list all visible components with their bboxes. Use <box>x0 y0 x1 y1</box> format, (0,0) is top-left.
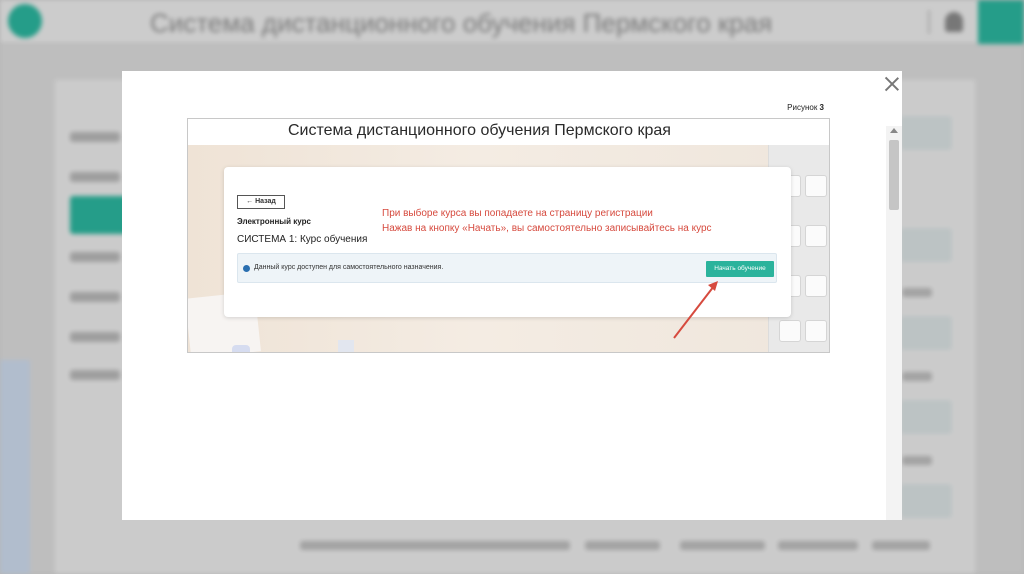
info-icon <box>243 265 250 272</box>
course-type: Электронный курс <box>237 217 311 226</box>
course-card: ← Назад Электронный курс СИСТЕМА 1: Курс… <box>224 167 791 317</box>
figure-caption: Рисунок 3 <box>760 103 824 112</box>
course-info-box: Данный курс доступен для самостоятельног… <box>237 253 777 283</box>
desk-pen <box>232 345 250 352</box>
scroll-up-icon[interactable] <box>890 128 898 133</box>
figure-caption-number: 3 <box>819 103 824 112</box>
course-info-text: Данный курс доступен для самостоятельног… <box>254 264 444 271</box>
annotation-line-1: При выборе курса вы попадаете на страниц… <box>382 208 653 219</box>
keyboard-key <box>779 320 801 342</box>
close-icon[interactable] <box>884 76 900 92</box>
start-course-button[interactable]: Начать обучение <box>706 261 774 277</box>
figure-screenshot: Система дистанционного обучения Пермског… <box>187 118 830 353</box>
keyboard-key <box>805 320 827 342</box>
scrollbar-thumb[interactable] <box>889 140 899 210</box>
desk-notebook <box>338 340 354 352</box>
keyboard-key <box>805 225 827 247</box>
keyboard-key <box>805 275 827 297</box>
screenshot-title: Система дистанционного обучения Пермског… <box>288 122 671 139</box>
course-name: СИСТЕМА 1: Курс обучения <box>237 234 368 245</box>
figure-caption-label: Рисунок <box>787 103 818 112</box>
keyboard-key <box>805 175 827 197</box>
back-button[interactable]: ← Назад <box>237 195 285 209</box>
annotation-line-2: Нажав на кнопку «Начать», вы самостоятел… <box>382 223 712 234</box>
screenshot-header: Система дистанционного обучения Пермског… <box>188 119 829 145</box>
